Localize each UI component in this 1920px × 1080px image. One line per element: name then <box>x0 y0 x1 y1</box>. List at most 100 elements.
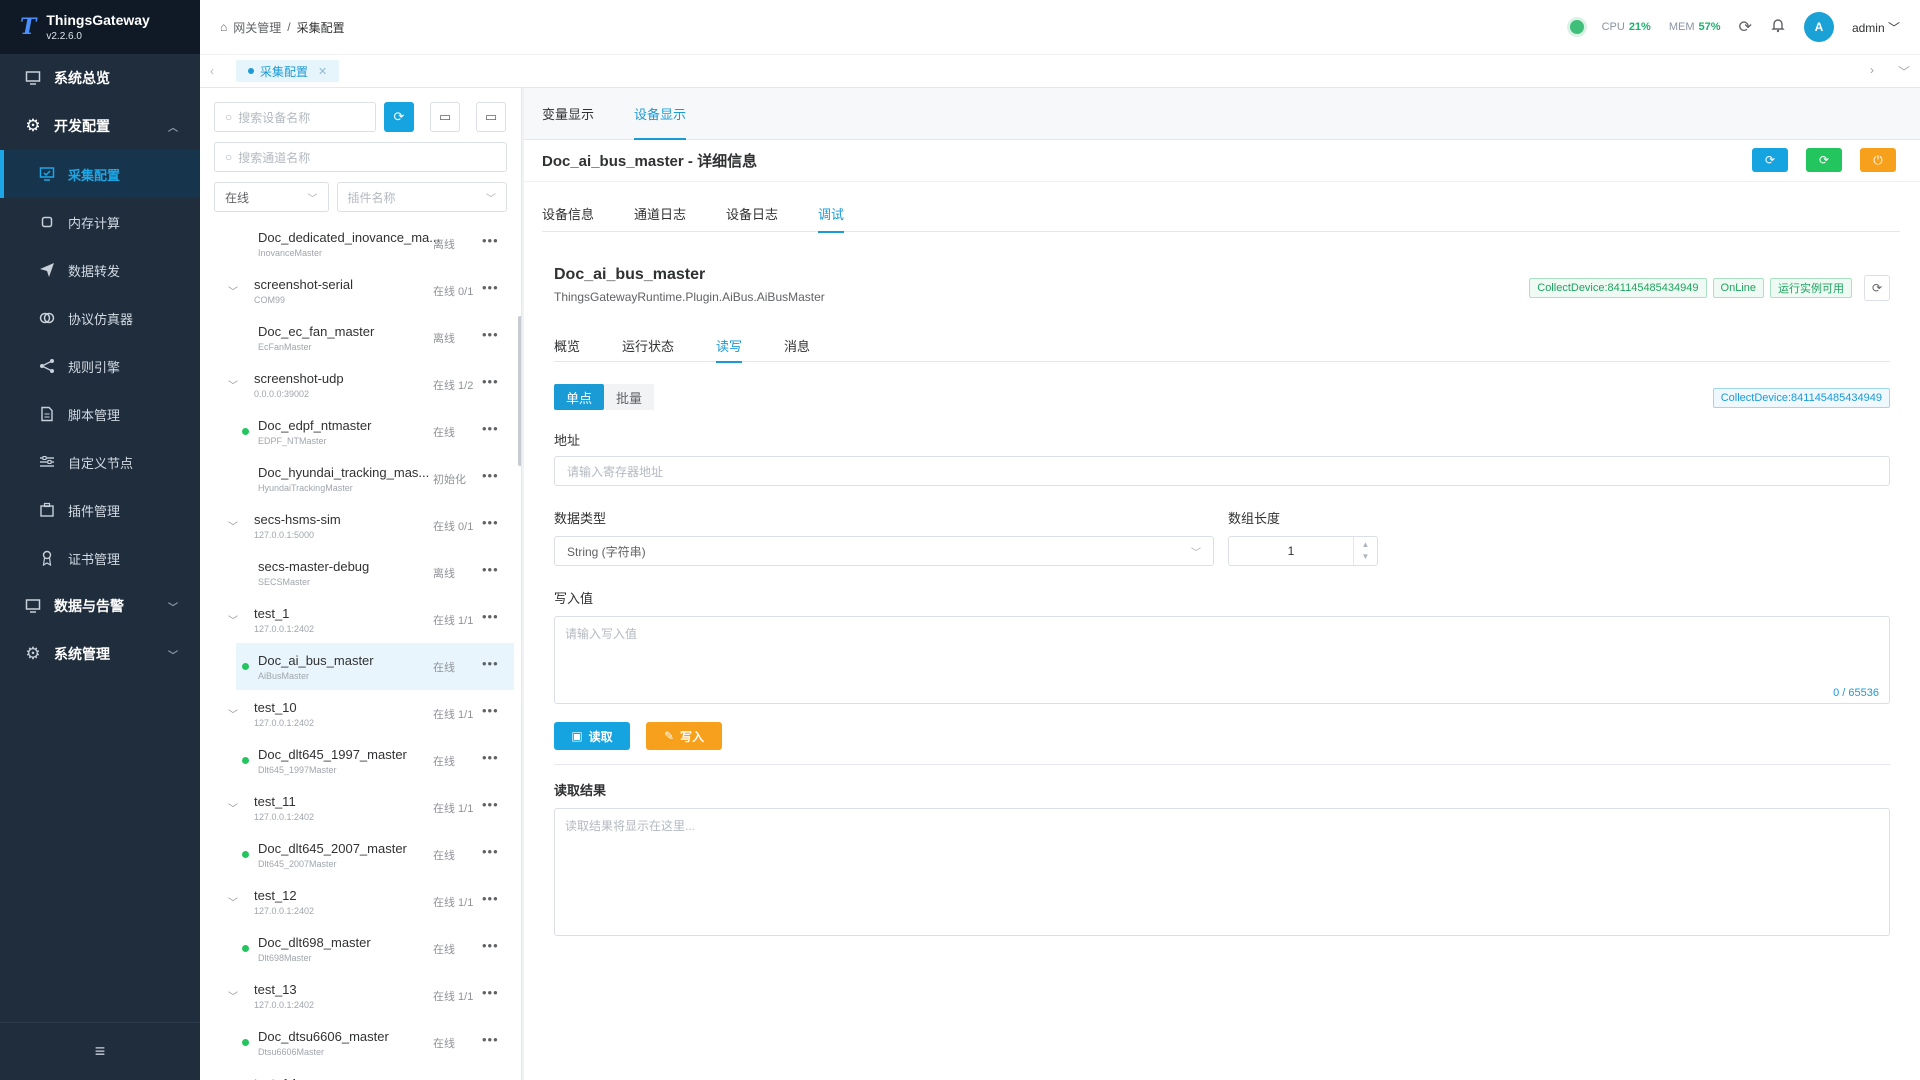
tree-channel-row[interactable]: ﹀test_14 <box>200 1066 521 1080</box>
tree-device-row[interactable]: Doc_ai_bus_master AiBusMaster 在线 ••• <box>236 643 514 690</box>
mode-single-button[interactable]: 单点 <box>554 384 605 410</box>
tab-read-write[interactable]: 读写 <box>716 328 743 363</box>
tree-device-row[interactable]: Doc_dedicated_inovance_ma... InovanceMast… <box>200 220 521 267</box>
tree-device-row[interactable]: Doc_hyundai_tracking_mas... HyundaiTracki… <box>200 455 521 502</box>
tab-scroll-right-icon[interactable]: › <box>1870 63 1874 80</box>
more-icon[interactable]: ••• <box>482 1032 499 1047</box>
search-device-input[interactable]: ○ 搜索设备名称 <box>214 102 376 132</box>
tree-channel-row[interactable]: ﹀ screenshot-serial COM99 在线 0/1 ••• <box>200 267 521 314</box>
chevron-down-icon[interactable]: ﹀ <box>228 377 238 392</box>
chevron-down-icon[interactable]: ﹀ <box>228 612 238 627</box>
more-icon[interactable]: ••• <box>482 703 499 718</box>
more-icon[interactable]: ••• <box>482 985 499 1000</box>
tab-scroll-left-icon[interactable]: ‹ <box>200 64 224 78</box>
tree-device-row[interactable]: Doc_ec_fan_master EcFanMaster 离线 ••• <box>200 314 521 361</box>
tab-variable-display[interactable]: 变量显示 <box>542 88 594 140</box>
user-name[interactable]: admin ﹀ <box>1852 19 1900 36</box>
sidebar-group-system-mgmt[interactable]: ⚙ 系统管理 ﹀ <box>0 630 200 678</box>
more-icon[interactable]: ••• <box>482 938 499 953</box>
restart-device-button[interactable]: ⟳ <box>1806 148 1842 172</box>
tree-channel-row[interactable]: ﹀ secs-hsms-sim 127.0.0.1:5000 在线 0/1 ••• <box>200 502 521 549</box>
sidebar-item-data-forward[interactable]: 数据转发 <box>0 246 200 294</box>
more-icon[interactable]: ••• <box>482 891 499 906</box>
more-icon[interactable]: ••• <box>482 656 499 671</box>
more-icon[interactable]: ••• <box>482 844 499 859</box>
tab-debug[interactable]: 调试 <box>818 194 845 233</box>
tree-channel-row[interactable]: ﹀ screenshot-udp 0.0.0.0:39002 在线 1/2 ••• <box>200 361 521 408</box>
mode-batch-button[interactable]: 批量 <box>604 384 655 410</box>
tree-device-row[interactable]: Doc_dlt698_master Dlt698Master 在线 ••• <box>200 925 521 972</box>
address-input[interactable]: 请输入寄存器地址 <box>554 456 1890 486</box>
sidebar-item-rule-engine[interactable]: 规则引擎 <box>0 342 200 390</box>
tab-messages[interactable]: 消息 <box>784 328 810 362</box>
more-icon[interactable]: ••• <box>482 327 499 342</box>
sidebar-collapse-button[interactable]: ≡ <box>0 1022 200 1080</box>
refresh-status-button[interactable]: ⟳ <box>1864 275 1890 301</box>
tree-channel-row[interactable]: ﹀ test_10 127.0.0.1:2402 在线 1/1 ••• <box>200 690 521 737</box>
chevron-down-icon[interactable]: ﹀ <box>228 518 238 533</box>
tree-channel-row[interactable]: ﹀ test_13 127.0.0.1:2402 在线 1/1 ••• <box>200 972 521 1019</box>
tree-device-row[interactable]: secs-master-debug SECSMaster 离线 ••• <box>200 549 521 596</box>
search-channel-input[interactable]: ○ 搜索通道名称 <box>214 142 507 172</box>
tab-channel-log[interactable]: 通道日志 <box>634 194 686 232</box>
chevron-down-icon[interactable]: ▼ <box>1362 551 1370 563</box>
sidebar-item-cert-mgmt[interactable]: 证书管理 <box>0 534 200 582</box>
tree-device-row[interactable]: Doc_dtsu6606_master Dtsu6606Master 在线 ••• <box>200 1019 521 1066</box>
tree-device-row[interactable]: Doc_dlt645_1997_master Dlt645_1997Master 在… <box>200 737 521 784</box>
avatar[interactable]: A <box>1803 12 1834 42</box>
tab-device-display[interactable]: 设备显示 <box>634 88 687 140</box>
datatype-select[interactable]: String (字符串) ﹀ <box>554 536 1214 566</box>
breadcrumb-item[interactable]: 网关管理 <box>233 19 281 36</box>
sidebar-item-overview[interactable]: 系统总览 <box>0 54 200 102</box>
home-icon[interactable]: ⌂ <box>220 20 227 34</box>
more-icon[interactable]: ••• <box>482 374 499 389</box>
tree-scrollbar[interactable] <box>518 316 521 466</box>
bell-icon[interactable] <box>1770 17 1786 38</box>
tab-device-info[interactable]: 设备信息 <box>542 194 594 232</box>
tab-overview[interactable]: 概览 <box>554 328 580 362</box>
chevron-down-icon[interactable]: ﹀ <box>228 988 238 1003</box>
tree-channel-row[interactable]: ﹀ test_11 127.0.0.1:2402 在线 1/1 ••• <box>200 784 521 831</box>
write-value-textarea[interactable]: 请输入写入值 0 / 65536 <box>554 616 1890 704</box>
device-view-button[interactable]: ▭ <box>430 102 460 132</box>
sidebar-item-protocol-simulator[interactable]: 协议仿真器 <box>0 294 200 342</box>
chevron-down-icon[interactable]: ﹀ <box>228 800 238 815</box>
more-icon[interactable]: ••• <box>482 468 499 483</box>
chevron-down-icon[interactable]: ﹀ <box>228 283 238 298</box>
tree-device-row[interactable]: Doc_edpf_ntmaster EDPF_NTMaster 在线 ••• <box>200 408 521 455</box>
sidebar-item-collect-config[interactable]: 采集配置 <box>0 150 200 198</box>
arraylen-stepper[interactable]: 1 ▲ ▼ <box>1228 536 1378 566</box>
chevron-down-icon[interactable]: ﹀ <box>1898 63 1910 80</box>
tab-device-log[interactable]: 设备日志 <box>726 194 778 232</box>
write-button[interactable]: ✎ 写入 <box>646 722 722 750</box>
refresh-device-button[interactable]: ⟳ <box>1752 148 1788 172</box>
more-icon[interactable]: ••• <box>482 515 499 530</box>
refresh-button[interactable]: ⟳ <box>384 102 414 132</box>
status-filter-select[interactable]: 在线 ﹀ <box>214 182 329 212</box>
tree-channel-row[interactable]: ﹀ test_1 127.0.0.1:2402 在线 1/1 ••• <box>200 596 521 643</box>
more-icon[interactable]: ••• <box>482 750 499 765</box>
chevron-down-icon[interactable]: ﹀ <box>228 706 238 721</box>
close-icon[interactable]: ✕ <box>318 65 327 78</box>
sidebar-group-data-alarm[interactable]: 数据与告警 ﹀ <box>0 582 200 630</box>
chevron-up-icon[interactable]: ▲ <box>1362 539 1370 551</box>
more-icon[interactable]: ••• <box>482 797 499 812</box>
refresh-icon[interactable]: ⟳ <box>1739 17 1752 37</box>
page-tab-collect-config[interactable]: 采集配置 ✕ <box>236 60 340 82</box>
tree-channel-row[interactable]: ﹀ test_12 127.0.0.1:2402 在线 1/1 ••• <box>200 878 521 925</box>
sidebar-item-script-mgmt[interactable]: 脚本管理 <box>0 390 200 438</box>
more-icon[interactable]: ••• <box>482 280 499 295</box>
read-result-textarea[interactable]: 读取结果将显示在这里... <box>554 808 1890 936</box>
chevron-down-icon[interactable]: ﹀ <box>228 894 238 909</box>
read-button[interactable]: ▣ 读取 <box>554 722 630 750</box>
tab-run-status[interactable]: 运行状态 <box>622 328 674 362</box>
sidebar-item-memory-calc[interactable]: 内存计算 <box>0 198 200 246</box>
tree-device-row[interactable]: Doc_dlt645_2007_master Dlt645_2007Master 在… <box>200 831 521 878</box>
monitor-view-button[interactable]: ▭ <box>476 102 506 132</box>
more-icon[interactable]: ••• <box>482 421 499 436</box>
stop-device-button[interactable]: ⏻ <box>1860 148 1896 172</box>
sidebar-item-plugin-mgmt[interactable]: 插件管理 <box>0 486 200 534</box>
more-icon[interactable]: ••• <box>482 609 499 624</box>
more-icon[interactable]: ••• <box>482 562 499 577</box>
more-icon[interactable]: ••• <box>482 233 499 248</box>
